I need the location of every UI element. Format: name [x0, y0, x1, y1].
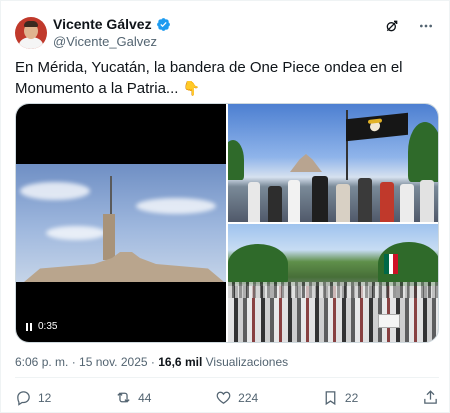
mexico-flag: [384, 254, 399, 274]
avatar[interactable]: [15, 17, 47, 49]
photo-march-crowd[interactable]: [228, 224, 438, 342]
media-grid: 0:35: [15, 103, 439, 343]
video-player[interactable]: 0:35: [16, 104, 226, 342]
video-controls[interactable]: 0:35: [26, 321, 57, 332]
bookmark-count: 22: [344, 390, 359, 405]
repost-count: 44: [138, 390, 152, 405]
views-label: Visualizaciones: [205, 355, 289, 369]
pause-icon[interactable]: [26, 322, 32, 331]
tweet-time[interactable]: 6:06 p. m.: [15, 355, 68, 369]
bookmark-icon: [325, 391, 336, 406]
tweet-top-actions: [383, 17, 435, 35]
verified-icon: [156, 17, 170, 31]
repost-button[interactable]: 44: [115, 389, 151, 406]
grok-icon[interactable]: [383, 17, 401, 35]
divider: [15, 377, 439, 378]
like-count: 224: [238, 390, 259, 405]
tweet-body: En Mérida, Yucatán, la bandera de One Pi…: [15, 59, 403, 97]
video-duration: 0:35: [38, 321, 58, 332]
tweet-text: En Mérida, Yucatán, la bandera de One Pi…: [15, 57, 435, 99]
action-bar: 12 44 224 22: [15, 389, 439, 406]
like-button[interactable]: 224: [215, 389, 258, 406]
share-icon: [424, 390, 437, 404]
one-piece-flag: [346, 112, 408, 142]
bookmark-button[interactable]: 22: [322, 389, 358, 406]
photo-flag-crowd[interactable]: [228, 104, 438, 222]
views-count: 16,6 mil: [158, 355, 203, 369]
tweet-card: Vicente Gálvez @Vicente_Galvez En Mérida…: [0, 0, 450, 413]
author-display-name[interactable]: Vicente Gálvez: [53, 16, 152, 32]
reply-count: 12: [38, 390, 52, 405]
pointing-down-emoji: 👇: [182, 80, 201, 96]
tweet-date[interactable]: 15 nov. 2025: [79, 355, 148, 369]
video-frame: [16, 164, 226, 282]
share-button[interactable]: [422, 389, 439, 406]
meta-separator: ·: [68, 355, 80, 369]
monument-image: [24, 252, 224, 282]
like-icon: [216, 391, 231, 404]
author-handle[interactable]: @Vicente_Galvez: [53, 34, 157, 49]
author-name-row: Vicente Gálvez: [53, 16, 171, 32]
reply-icon: [17, 391, 30, 406]
tweet-meta: 6:06 p. m. · 15 nov. 2025 · 16,6 mil Vis…: [15, 355, 288, 369]
repost-icon: [117, 392, 130, 403]
reply-button[interactable]: 12: [15, 389, 51, 406]
more-icon[interactable]: [417, 17, 435, 35]
